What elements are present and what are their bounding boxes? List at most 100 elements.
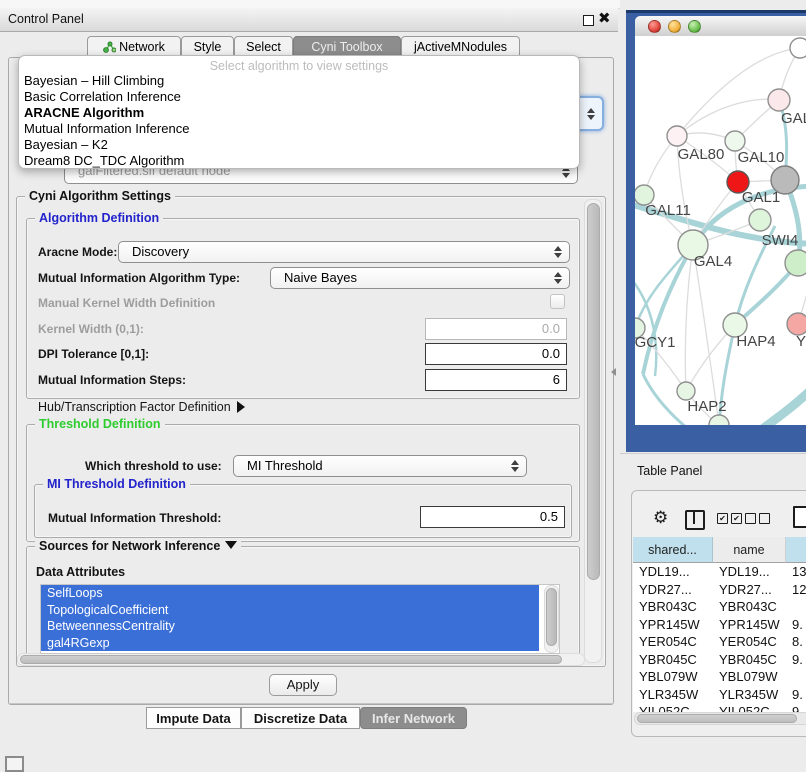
close-traffic-light-icon[interactable] [648,20,661,33]
settings-scrollbar[interactable] [584,199,602,663]
aracne-mode-combo[interactable]: Discovery [118,241,570,263]
node-label: GAL [781,110,806,127]
minimize-traffic-light-icon[interactable] [668,20,681,33]
table-row[interactable]: YPR145WYPR145W9. [633,616,806,634]
column-header-shared[interactable]: shared... [633,537,713,563]
algorithm-option[interactable]: Dream8 DC_TDC Algorithm [19,153,579,169]
table-cell: YBR043C [633,598,713,616]
algorithm-option[interactable]: Bayesian – K2 [19,137,579,153]
group-title: Threshold Definition [35,417,165,431]
close-icon[interactable]: ✖ [598,9,611,27]
data-attributes-list[interactable]: SelfLoopsTopologicalCoefficientBetweenne… [40,584,560,654]
table-row[interactable]: YDR27...YDR27...12 [633,581,806,599]
sources-toggle[interactable]: Sources for Network Inference [35,539,241,553]
algorithm-dropdown-list[interactable]: Select algorithm to view settings Bayesi… [18,55,580,169]
table-row[interactable]: YBR043CYBR043C [633,598,806,616]
data-attributes-label: Data Attributes [36,565,125,579]
table-hscrollbar[interactable] [634,712,806,725]
scrollbar-thumb[interactable] [637,714,797,723]
table-cell: YBR045C [633,651,713,669]
tab-cyni-toolbox[interactable]: Cyni Toolbox [293,36,401,57]
network-node[interactable] [749,209,771,231]
node-label: GCY1 [635,334,675,351]
bottom-tab-impute-data[interactable]: Impute Data [146,707,241,729]
expanded-arrow-icon[interactable] [225,541,237,549]
column-header-partial[interactable]: A [786,537,806,563]
algorithm-option[interactable]: Basic Correlation Inference [19,89,579,105]
float-window-icon[interactable] [583,15,594,26]
mi-threshold-field[interactable]: 0.5 [420,506,565,528]
mi-steps-field[interactable]: 6 [425,369,567,391]
tab-label: Style [194,40,222,54]
attributes-scrollbar[interactable] [544,585,559,653]
network-node[interactable] [667,126,687,146]
which-threshold-label: Which threshold to use: [85,459,222,473]
table-cell: 8. [786,633,806,651]
settings-gear-icon[interactable]: ⚙ [653,508,668,528]
hub-definition-toggle[interactable]: Hub/Transcription Factor Definition [38,400,245,414]
panel-title: Control Panel [8,12,84,26]
table-row[interactable]: YBR045CYBR045C9. [633,651,806,669]
attribute-list-item[interactable]: SelfLoops [41,585,539,602]
tab-label: Infer Network [372,711,455,726]
tab-jactivemnodules[interactable]: jActiveMNodules [401,36,520,57]
algorithm-option[interactable]: Bayesian – Hill Climbing [19,73,579,89]
table-cell [786,598,806,616]
stepper-arrows-icon [554,246,562,258]
scrollbar-thumb[interactable] [587,203,600,580]
node-label: GAL11 [645,202,691,219]
apply-button[interactable]: Apply [269,674,337,696]
split-columns-icon[interactable] [685,510,705,530]
network-node[interactable] [709,415,729,425]
network-node[interactable] [790,38,806,58]
combo-value: MI Threshold [247,458,323,473]
tab-network[interactable]: Network [87,36,181,57]
table-row[interactable]: YIL052CYIL052C9. [633,703,806,712]
network-edge [685,245,693,391]
network-node[interactable] [787,313,806,335]
attribute-list-item[interactable]: gal4RGexp [41,635,539,652]
tab-select[interactable]: Select [234,36,293,57]
algorithm-option[interactable]: ARACNE Algorithm [19,105,579,121]
field-value: 0.0 [542,346,560,361]
deselect-all-checkboxes-icon[interactable] [745,513,773,531]
network-node[interactable] [785,250,806,276]
column-header-name[interactable]: name [713,537,786,563]
dpi-tolerance-field[interactable]: 0.0 [425,343,567,365]
attribute-list-item[interactable]: TopologicalCoefficient [41,602,539,619]
table-cell: YBR043C [713,598,786,616]
attribute-list-item[interactable]: BetweennessCentrality [41,618,539,635]
table-row[interactable]: YLR345WYLR345W9. [633,686,806,704]
network-node[interactable] [768,89,790,111]
mi-algorithm-type-combo[interactable]: Naive Bayes [270,267,570,289]
zoom-traffic-light-icon[interactable] [688,20,701,33]
table-panel-title: Table Panel [637,464,702,478]
select-all-checkboxes-icon[interactable]: ✔✔ [717,513,745,531]
network-node[interactable] [725,131,745,151]
scrollbar-thumb[interactable] [546,588,557,646]
table-cell: YIL052C [713,703,786,712]
bottom-tab-discretize-data[interactable]: Discretize Data [241,707,360,729]
document-icon[interactable] [793,506,806,528]
collapsed-arrow-icon[interactable] [237,401,245,413]
table-row[interactable]: YDL19...YDL19...13 [633,563,806,581]
network-edge [753,386,806,425]
bottom-tab-infer-network[interactable]: Infer Network [360,707,467,729]
kernel-width-field[interactable]: 0.0 [425,318,567,340]
dropdown-placeholder: Select algorithm to view settings [19,60,579,73]
settings-hscrollbar[interactable] [17,653,585,666]
dpi-tolerance-label: DPI Tolerance [0,1]: [38,347,149,361]
panel-divider-handle[interactable] [611,368,616,376]
network-svg: GALGAL80GAL10GAL1GAL11SWI4GAL4GCY1HAP4YH… [635,36,806,425]
manual-kernel-width-checkbox[interactable] [550,294,565,309]
which-threshold-combo[interactable]: MI Threshold [233,455,527,477]
scrollbar-thumb[interactable] [20,655,562,664]
algorithm-option[interactable]: Mutual Information Inference [19,121,579,137]
table-cell: YLR345W [633,686,713,704]
network-window-titlebar[interactable] [635,16,806,37]
table-row[interactable]: YER054CYER054C8. [633,633,806,651]
network-canvas[interactable]: GALGAL80GAL10GAL1GAL11SWI4GAL4GCY1HAP4YH… [635,36,806,425]
tab-style[interactable]: Style [181,36,234,57]
table-row[interactable]: YBL079WYBL079W [633,668,806,686]
network-window: GALGAL80GAL10GAL1GAL11SWI4GAL4GCY1HAP4YH… [626,10,806,452]
